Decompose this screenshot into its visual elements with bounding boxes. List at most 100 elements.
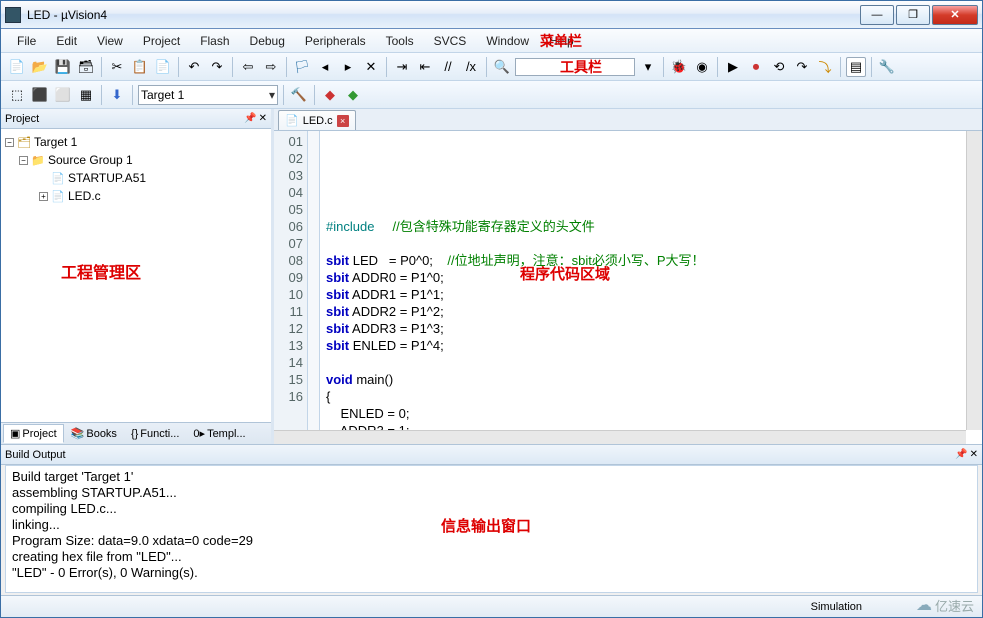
nav-fwd-icon[interactable]: ⇨: [261, 57, 281, 77]
outdent-icon[interactable]: ⇤: [415, 57, 435, 77]
nav-back-icon[interactable]: ⇦: [238, 57, 258, 77]
tree-expand-icon[interactable]: +: [39, 192, 48, 201]
menu-project[interactable]: Project: [133, 32, 190, 50]
save-all-icon[interactable]: 🗃: [76, 57, 96, 77]
books-tab-icon: 📚: [71, 427, 85, 440]
code-panel: 📄 LED.c × 010203040506070809101112131415…: [274, 109, 982, 444]
menu-window[interactable]: Window: [476, 32, 539, 50]
close-button[interactable]: [932, 5, 978, 25]
find-next-icon[interactable]: ▾: [638, 57, 658, 77]
books-icon[interactable]: ◆: [343, 85, 363, 105]
menubar: File Edit View Project Flash Debug Perip…: [1, 29, 982, 53]
batch-build-icon[interactable]: ▦: [76, 85, 96, 105]
save-icon[interactable]: 💾: [53, 57, 73, 77]
templates-tab-icon: 0▸: [193, 427, 205, 440]
code-text[interactable]: 程序代码区域 #include //包含特殊功能寄存器定义的头文件sbit LE…: [320, 131, 982, 444]
folder-icon: 📁: [31, 154, 45, 167]
project-tab-icon: ▣: [10, 427, 20, 440]
target-select[interactable]: Target 1: [138, 85, 278, 105]
menu-svcs[interactable]: SVCS: [424, 32, 477, 50]
editor-tab-ledc[interactable]: 📄 LED.c ×: [278, 110, 356, 130]
tab-templates[interactable]: 0▸Templ...: [186, 424, 252, 443]
paste-icon[interactable]: 📄: [153, 57, 173, 77]
tree-target[interactable]: Target 1: [34, 135, 77, 149]
target-icon: 🗂: [17, 136, 31, 149]
cut-icon[interactable]: ✂: [107, 57, 127, 77]
menu-flash[interactable]: Flash: [190, 32, 239, 50]
breakpoint-icon[interactable]: ◉: [692, 57, 712, 77]
separator: [840, 57, 841, 77]
menu-view[interactable]: View: [87, 32, 133, 50]
menu-peripherals[interactable]: Peripherals: [295, 32, 376, 50]
manage-icon[interactable]: ◆: [320, 85, 340, 105]
new-file-icon[interactable]: 📄: [7, 57, 27, 77]
menu-tools[interactable]: Tools: [376, 32, 424, 50]
c-file-icon: 📄: [51, 190, 65, 203]
project-panel: Project 📌 ✕ −🗂Target 1 −📁Source Group 1 …: [1, 109, 274, 444]
redo-icon[interactable]: ↷: [207, 57, 227, 77]
asm-file-icon: 📄: [51, 172, 65, 185]
maximize-button[interactable]: [896, 5, 930, 25]
cloud-icon: ☁: [916, 595, 932, 615]
reset-icon[interactable]: ⟲: [769, 57, 789, 77]
translate-icon[interactable]: ⬚: [7, 85, 27, 105]
pin-icon[interactable]: 📌: [955, 449, 967, 460]
debug-icon[interactable]: 🐞: [669, 57, 689, 77]
build-panel-header: Build Output 📌 ✕: [1, 445, 982, 465]
tab-functions[interactable]: {}Functi...: [124, 425, 186, 443]
tree-group[interactable]: Source Group 1: [48, 153, 133, 167]
horizontal-scrollbar[interactable]: [274, 430, 966, 444]
bookmark-prev-icon[interactable]: ◂: [315, 57, 335, 77]
undo-icon[interactable]: ↶: [184, 57, 204, 77]
uncomment-icon[interactable]: /x: [461, 57, 481, 77]
minimize-button[interactable]: [860, 5, 894, 25]
separator: [101, 57, 102, 77]
options-icon[interactable]: 🔨: [289, 85, 309, 105]
window-controls: [860, 5, 978, 25]
file-icon: 📄: [285, 114, 299, 127]
code-editor[interactable]: 01020304050607080910111213141516 程序代码区域 …: [274, 131, 982, 444]
pin-icon[interactable]: 📌: [244, 113, 256, 124]
build-icon[interactable]: ⬛: [30, 85, 50, 105]
find-icon[interactable]: 🔍: [492, 57, 512, 77]
tab-close-icon[interactable]: ×: [337, 115, 349, 127]
tree-collapse-icon[interactable]: −: [5, 138, 14, 147]
separator: [132, 85, 133, 105]
app-icon: [5, 7, 21, 23]
vertical-scrollbar[interactable]: [966, 131, 982, 430]
run-icon[interactable]: ▶: [723, 57, 743, 77]
rebuild-icon[interactable]: ⬜: [53, 85, 73, 105]
menu-edit[interactable]: Edit: [46, 32, 87, 50]
menu-debug[interactable]: Debug: [240, 32, 295, 50]
tab-project[interactable]: ▣Project: [3, 424, 64, 443]
project-panel-header: Project 📌 ✕: [1, 109, 271, 129]
editor-tabs: 📄 LED.c ×: [274, 109, 982, 131]
stop-icon[interactable]: ⏺: [746, 57, 766, 77]
separator: [314, 85, 315, 105]
target-label: Target 1: [141, 88, 184, 102]
separator: [178, 57, 179, 77]
annotation-project: 工程管理区: [61, 259, 141, 283]
tab-books[interactable]: 📚Books: [64, 424, 124, 443]
panel-close-icon[interactable]: ✕: [970, 449, 978, 460]
tree-file-startup[interactable]: STARTUP.A51: [68, 171, 146, 185]
open-icon[interactable]: 📂: [30, 57, 50, 77]
panel-close-icon[interactable]: ✕: [259, 113, 267, 124]
indent-icon[interactable]: ⇥: [392, 57, 412, 77]
download-icon[interactable]: ⬇: [107, 85, 127, 105]
configure-icon[interactable]: 🔧: [877, 57, 897, 77]
comment-icon[interactable]: //: [438, 57, 458, 77]
bookmark-clear-icon[interactable]: ✕: [361, 57, 381, 77]
watermark: ☁ 亿速云: [916, 595, 974, 615]
bookmark-next-icon[interactable]: ▸: [338, 57, 358, 77]
project-panel-title: Project: [5, 113, 39, 125]
window-layout-icon[interactable]: ▤: [846, 57, 866, 77]
copy-icon[interactable]: 📋: [130, 57, 150, 77]
stepover-icon[interactable]: ⤵: [815, 57, 835, 77]
tree-file-ledc[interactable]: LED.c: [68, 189, 101, 203]
step-icon[interactable]: ↷: [792, 57, 812, 77]
annotation-build: 信息输出窗口: [441, 515, 531, 536]
tree-collapse-icon[interactable]: −: [19, 156, 28, 165]
menu-file[interactable]: File: [7, 32, 46, 50]
bookmark-icon[interactable]: 🏳: [292, 57, 312, 77]
